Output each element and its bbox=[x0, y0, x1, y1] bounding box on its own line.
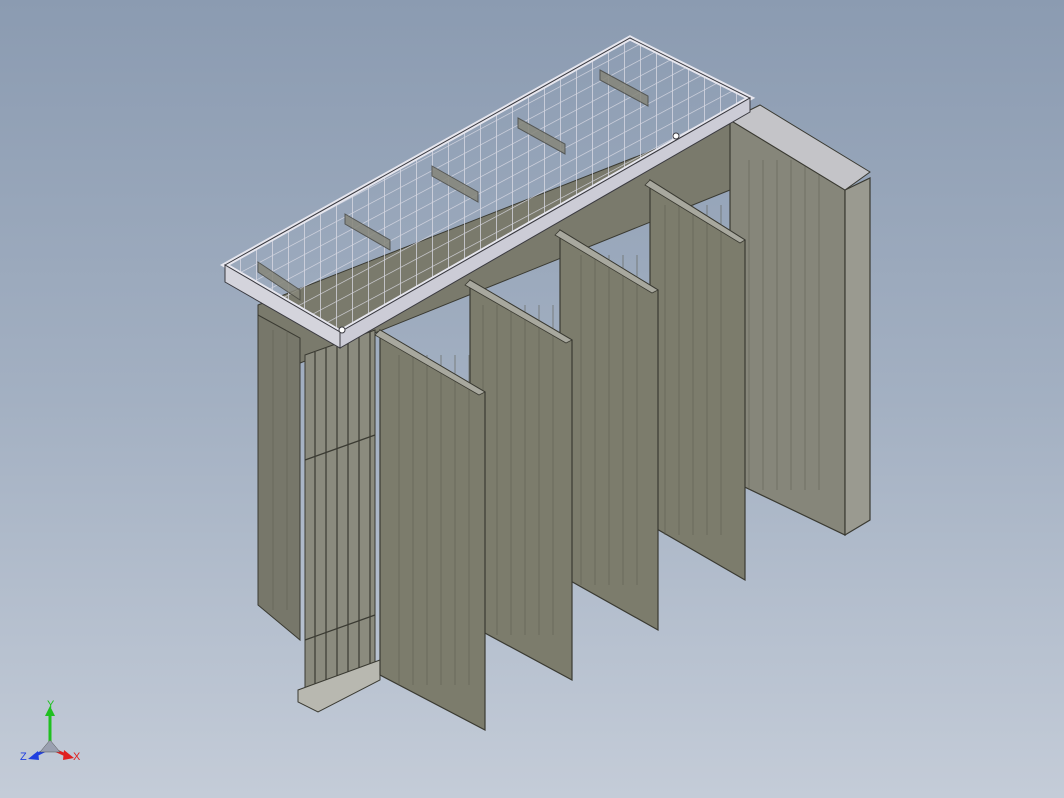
panel-1 bbox=[374, 328, 486, 731]
left-end-ribs bbox=[262, 330, 296, 610]
panel-4 bbox=[644, 178, 746, 582]
coordinate-triad: Y X Z bbox=[18, 699, 98, 780]
x-axis-label: X bbox=[73, 751, 81, 763]
z-axis-label: Z bbox=[20, 751, 27, 763]
cad-model[interactable] bbox=[0, 0, 1064, 798]
y-axis-label: Y bbox=[47, 700, 55, 711]
right-cabinet-side bbox=[844, 177, 871, 537]
graphics-viewport[interactable]: Y X Z bbox=[0, 0, 1064, 798]
z-axis-head bbox=[28, 751, 39, 760]
triad-cone bbox=[39, 739, 61, 753]
right-cabinet-ribs bbox=[745, 160, 830, 490]
